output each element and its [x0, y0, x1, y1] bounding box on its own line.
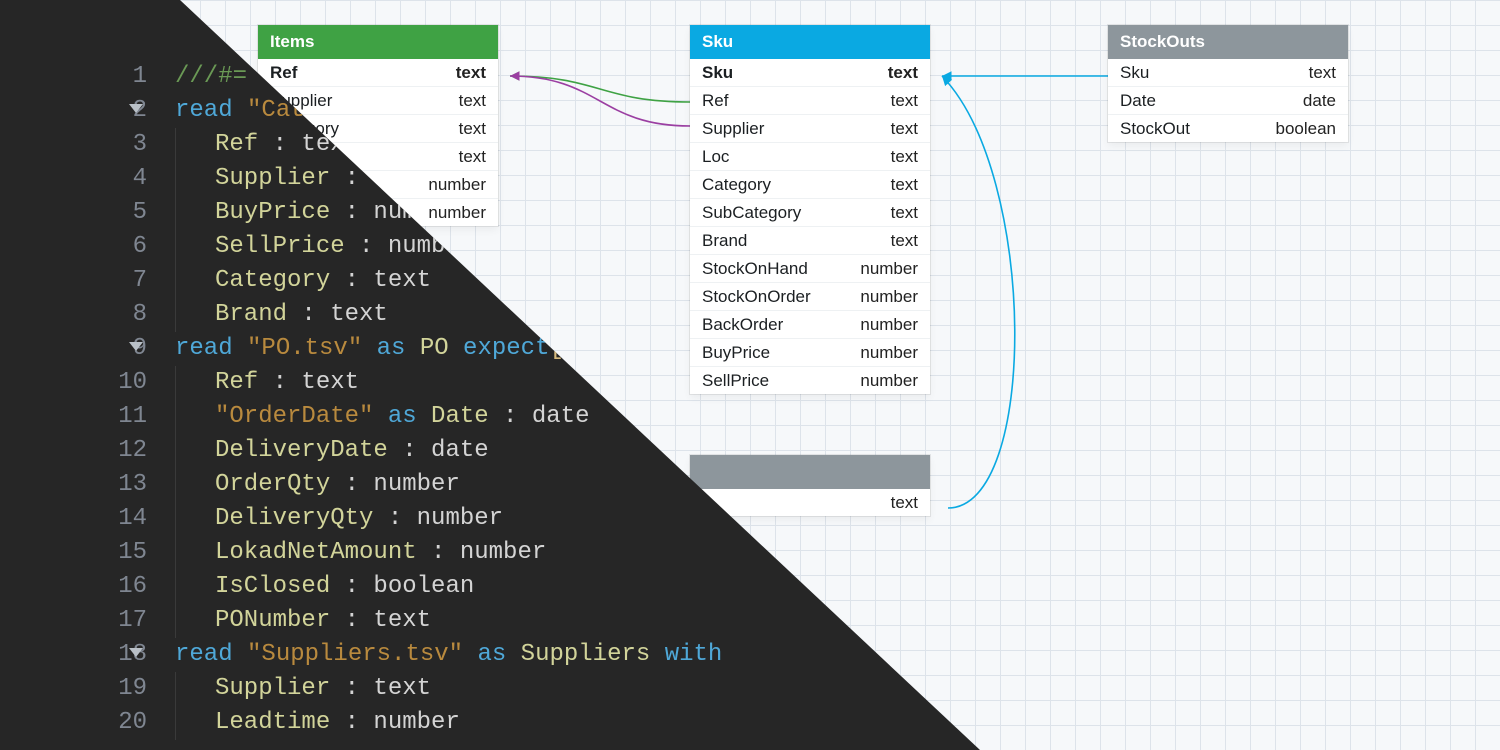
field-type: text: [459, 147, 486, 167]
field-name: Ref: [270, 63, 297, 83]
table-row[interactable]: BuyPrice number: [690, 338, 930, 366]
table-row[interactable]: SubCategory text: [690, 198, 930, 226]
schema-table-stockouts[interactable]: StockOuts Sku text Date date StockOut boolean: [1108, 25, 1348, 142]
field-name: StockOut: [1120, 119, 1190, 139]
table-header[interactable]: Sku: [690, 25, 930, 59]
table-row[interactable]: Sku text: [1108, 59, 1348, 86]
field-type: text: [891, 91, 918, 111]
line-number: 2: [0, 94, 147, 128]
field-type: number: [860, 315, 918, 335]
field-name: SubCategory: [702, 203, 801, 223]
field-type: text: [459, 119, 486, 139]
fold-toggle-icon[interactable]: [129, 104, 143, 113]
table-row[interactable]: Date date: [1108, 86, 1348, 114]
field-type: text: [459, 91, 486, 111]
fold-toggle-icon[interactable]: [129, 648, 143, 657]
table-row[interactable]: Ref text: [690, 86, 930, 114]
field-type: boolean: [1275, 119, 1336, 139]
line-number: 19: [0, 672, 147, 706]
field-name: Ref: [702, 91, 728, 111]
line-number: 3: [0, 128, 147, 162]
table-row[interactable]: StockOut boolean: [1108, 114, 1348, 142]
schema-table-partial[interactable]: text: [690, 455, 930, 516]
table-row[interactable]: Loc text: [690, 142, 930, 170]
line-number: 17: [0, 604, 147, 638]
field-name: Brand: [702, 231, 747, 251]
line-number: 15: [0, 536, 147, 570]
table-row[interactable]: BackOrder number: [690, 310, 930, 338]
line-number: 18: [0, 638, 147, 672]
field-type: date: [1303, 91, 1336, 111]
field-type: number: [428, 175, 486, 195]
line-number: 14: [0, 502, 147, 536]
field-name: StockOnHand: [702, 259, 808, 279]
field-name: BackOrder: [702, 315, 783, 335]
field-type: number: [860, 259, 918, 279]
line-number: 11: [0, 400, 147, 434]
table-row[interactable]: SellPrice number: [690, 366, 930, 394]
field-type: number: [860, 371, 918, 391]
field-type: number: [860, 287, 918, 307]
field-type: text: [891, 231, 918, 251]
field-name: BuyPrice: [702, 343, 770, 363]
field-name: Sku: [1120, 63, 1149, 83]
field-name: Sku: [702, 63, 733, 83]
line-number: 1: [0, 60, 147, 94]
line-number: 20: [0, 706, 147, 740]
field-type: number: [428, 203, 486, 223]
table-row[interactable]: Brand text: [690, 226, 930, 254]
table-header[interactable]: [690, 455, 930, 489]
line-number: 16: [0, 570, 147, 604]
line-number: 10: [0, 366, 147, 400]
field-name: StockOnOrder: [702, 287, 811, 307]
field-type: text: [1309, 63, 1336, 83]
field-name: Supplier: [702, 119, 764, 139]
table-header[interactable]: Items: [258, 25, 498, 59]
field-name: Date: [1120, 91, 1156, 111]
field-name: Category: [702, 175, 771, 195]
table-row[interactable]: Supplier text: [690, 114, 930, 142]
fold-toggle-icon[interactable]: [129, 342, 143, 351]
table-row[interactable]: StockOnOrder number: [690, 282, 930, 310]
table-row[interactable]: Category text: [690, 170, 930, 198]
field-type: text: [888, 63, 918, 83]
field-name: Loc: [702, 147, 729, 167]
field-type: text: [891, 147, 918, 167]
field-type: text: [891, 175, 918, 195]
line-number: 13: [0, 468, 147, 502]
line-number: 8: [0, 298, 147, 332]
field-name: SellPrice: [702, 371, 769, 391]
table-row[interactable]: StockOnHand number: [690, 254, 930, 282]
table-row[interactable]: Sku text: [690, 59, 930, 86]
field-type: text: [456, 63, 486, 83]
line-number: 6: [0, 230, 147, 264]
line-number: 4: [0, 162, 147, 196]
field-type: number: [860, 343, 918, 363]
field-type: text: [891, 119, 918, 139]
field-type: text: [891, 203, 918, 223]
line-number: 12: [0, 434, 147, 468]
schema-table-sku[interactable]: SkuSkutextReftextSuppliertextLoctextCate…: [690, 25, 930, 394]
table-header[interactable]: StockOuts: [1108, 25, 1348, 59]
line-number: 7: [0, 264, 147, 298]
line-number: 5: [0, 196, 147, 230]
line-number: 9: [0, 332, 147, 366]
table-row[interactable]: Ref text: [258, 59, 498, 86]
